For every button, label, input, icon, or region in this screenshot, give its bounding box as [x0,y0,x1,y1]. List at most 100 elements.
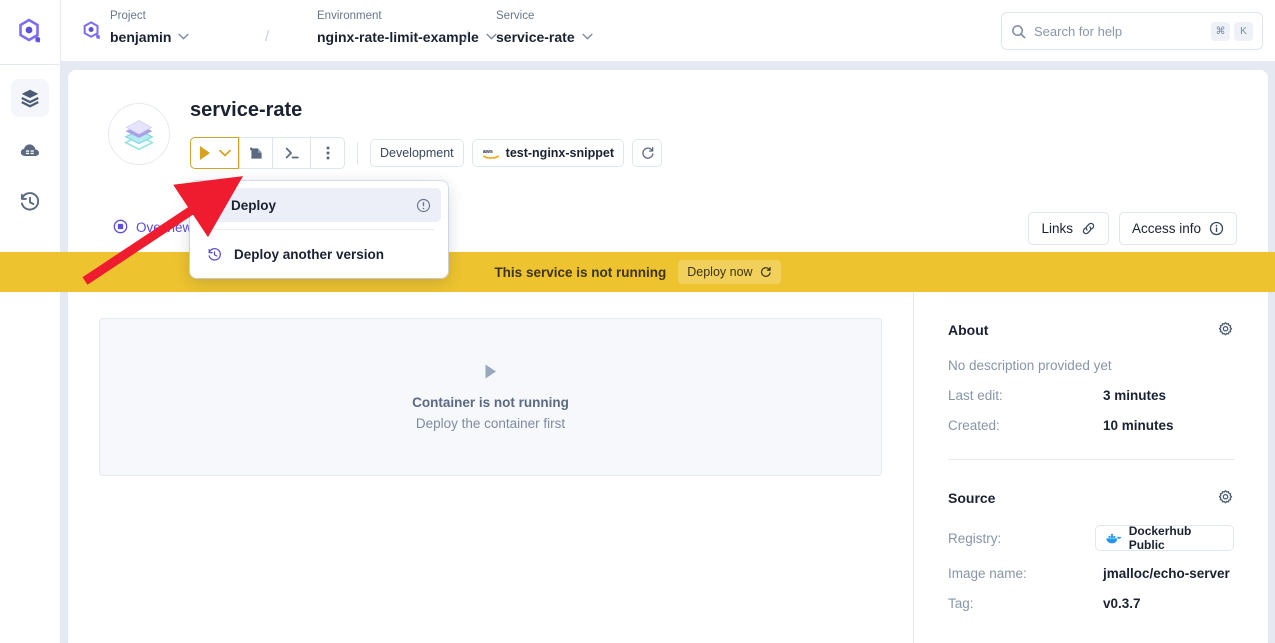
source-row-image-name-value: jmalloc/echo-server [1103,566,1230,581]
about-row-created-value: 10 minutes [1103,418,1174,433]
source-row-image-name-key: Image name: [948,566,1103,581]
sidebar-item-services[interactable] [11,79,49,117]
play-triangle-icon [483,363,498,385]
docker-icon [1105,532,1122,545]
main-column: Container is not running Deploy the cont… [68,292,913,643]
qovery-mark-icon [81,20,103,42]
chevron-down-icon [582,33,593,43]
svg-text:aws: aws [483,149,493,155]
search-icon [1011,24,1026,39]
links-button[interactable]: Links [1028,212,1109,245]
service-logs-icon [248,145,265,162]
source-row-tag: Tag: v0.3.7 [948,596,1234,611]
empty-state-title: Container is not running [412,395,569,410]
database-cloud-icon [19,139,41,161]
about-panel-header: About [948,321,1234,338]
environment-chip-label: Development [380,146,454,160]
info-circle-icon[interactable] [416,198,431,213]
page-title: service-rate [190,99,302,122]
info-circle-icon [1209,221,1224,236]
cluster-chip[interactable]: aws test-nginx-snippet [472,139,624,167]
about-panel-title: About [948,322,988,338]
avatar [108,103,170,165]
qovery-logo-icon[interactable] [14,16,46,48]
search-input[interactable]: Search for help ⌘ K [1001,12,1263,50]
source-row-tag-key: Tag: [948,596,1103,611]
deploy-now-label: Deploy now [687,265,752,279]
source-row-registry: Registry: Dockerhub Public [948,525,1234,551]
breadcrumb-project: Project benjamin [110,9,189,47]
container-empty-state: Container is not running Deploy the cont… [99,318,882,476]
breadcrumb-environment: Environment nginx-rate-limit-example [257,9,497,47]
about-row-last-edit-value: 3 minutes [1103,388,1166,403]
source-row-registry-key: Registry: [948,531,1095,546]
play-triangle-icon [207,199,219,212]
cluster-chip-label: test-nginx-snippet [506,146,614,160]
overview-circle-icon [113,219,128,237]
breadcrumb-project-value: benjamin [110,28,171,47]
app-root: Project benjamin / Environment nginx-rat… [0,0,1275,643]
deploy-now-button[interactable]: Deploy now [678,260,780,284]
registry-chip-label: Dockerhub Public [1129,524,1224,552]
refresh-button[interactable] [632,139,662,167]
breadcrumb-environment-value: nginx-rate-limit-example [317,28,479,47]
search-placeholder: Search for help [1034,24,1207,39]
about-row-last-edit-key: Last edit: [948,388,1103,403]
services-layers-icon [19,87,41,109]
play-triangle-icon [200,146,210,160]
search-shortcut-modifier: ⌘ [1211,22,1230,41]
source-panel: Source Registry: [948,459,1234,637]
menu-item-deploy[interactable]: Deploy [197,188,441,222]
more-options-button[interactable] [311,137,345,169]
right-sidebar: About No description provided yet Last e… [913,292,1268,643]
refresh-cw-icon [759,266,772,279]
environment-chip[interactable]: Development [370,139,464,167]
tab-overview-label: Overview [136,220,192,235]
about-description: No description provided yet [948,358,1234,373]
history-clock-icon [207,247,222,262]
menu-item-deploy-another-version[interactable]: Deploy another version [197,237,441,271]
about-row-created: Created: 10 minutes [948,418,1234,433]
empty-state-subtitle: Deploy the container first [416,416,565,431]
service-toolbar: Development aws test-nginx-snippet [190,137,662,169]
about-row-last-edit: Last edit: 3 minutes [948,388,1234,403]
about-panel: About No description provided yet Last e… [948,292,1234,459]
access-info-button-label: Access info [1132,221,1201,236]
top-bar: Project benjamin / Environment nginx-rat… [61,0,1275,62]
access-info-button[interactable]: Access info [1119,212,1237,245]
more-vertical-icon [320,145,336,161]
terminal-button[interactable] [273,137,311,169]
gear-icon[interactable] [1217,321,1234,338]
link-icon [1081,221,1096,236]
registry-chip[interactable]: Dockerhub Public [1095,525,1234,551]
breadcrumb-service: Service service-rate [496,9,593,47]
about-row-created-key: Created: [948,418,1103,433]
menu-item-deploy-another-version-label: Deploy another version [234,247,384,262]
page-card: service-rate [68,70,1268,643]
left-rail [0,0,61,643]
menu-item-deploy-label: Deploy [231,198,276,213]
source-panel-header: Source [948,489,1234,506]
gear-icon[interactable] [1217,489,1234,506]
chevron-down-icon [178,33,189,43]
breadcrumb-service-label: Service [496,9,593,24]
menu-divider [204,229,434,230]
breadcrumb-environment-selector[interactable]: nginx-rate-limit-example [317,28,497,47]
breadcrumb-service-selector[interactable]: service-rate [496,28,593,47]
service-layers-icon [118,113,160,155]
breadcrumb-project-selector[interactable]: benjamin [110,28,189,47]
sidebar-item-databases[interactable] [11,131,49,169]
toolbar-divider [357,142,358,164]
refresh-icon [640,146,655,161]
deploy-dropdown-menu: Deploy Deploy another version [190,181,448,278]
breadcrumb-environment-label: Environment [317,9,497,24]
source-row-tag-value: v0.3.7 [1103,596,1141,611]
breadcrumb-project-label: Project [110,9,189,24]
deploy-play-button[interactable] [190,137,239,169]
source-panel-title: Source [948,490,995,506]
search-shortcut-key: K [1234,22,1253,41]
breadcrumb-separator: / [465,28,469,45]
service-logs-button[interactable] [239,137,273,169]
aws-icon: aws [482,147,500,160]
sidebar-item-history[interactable] [11,183,49,221]
